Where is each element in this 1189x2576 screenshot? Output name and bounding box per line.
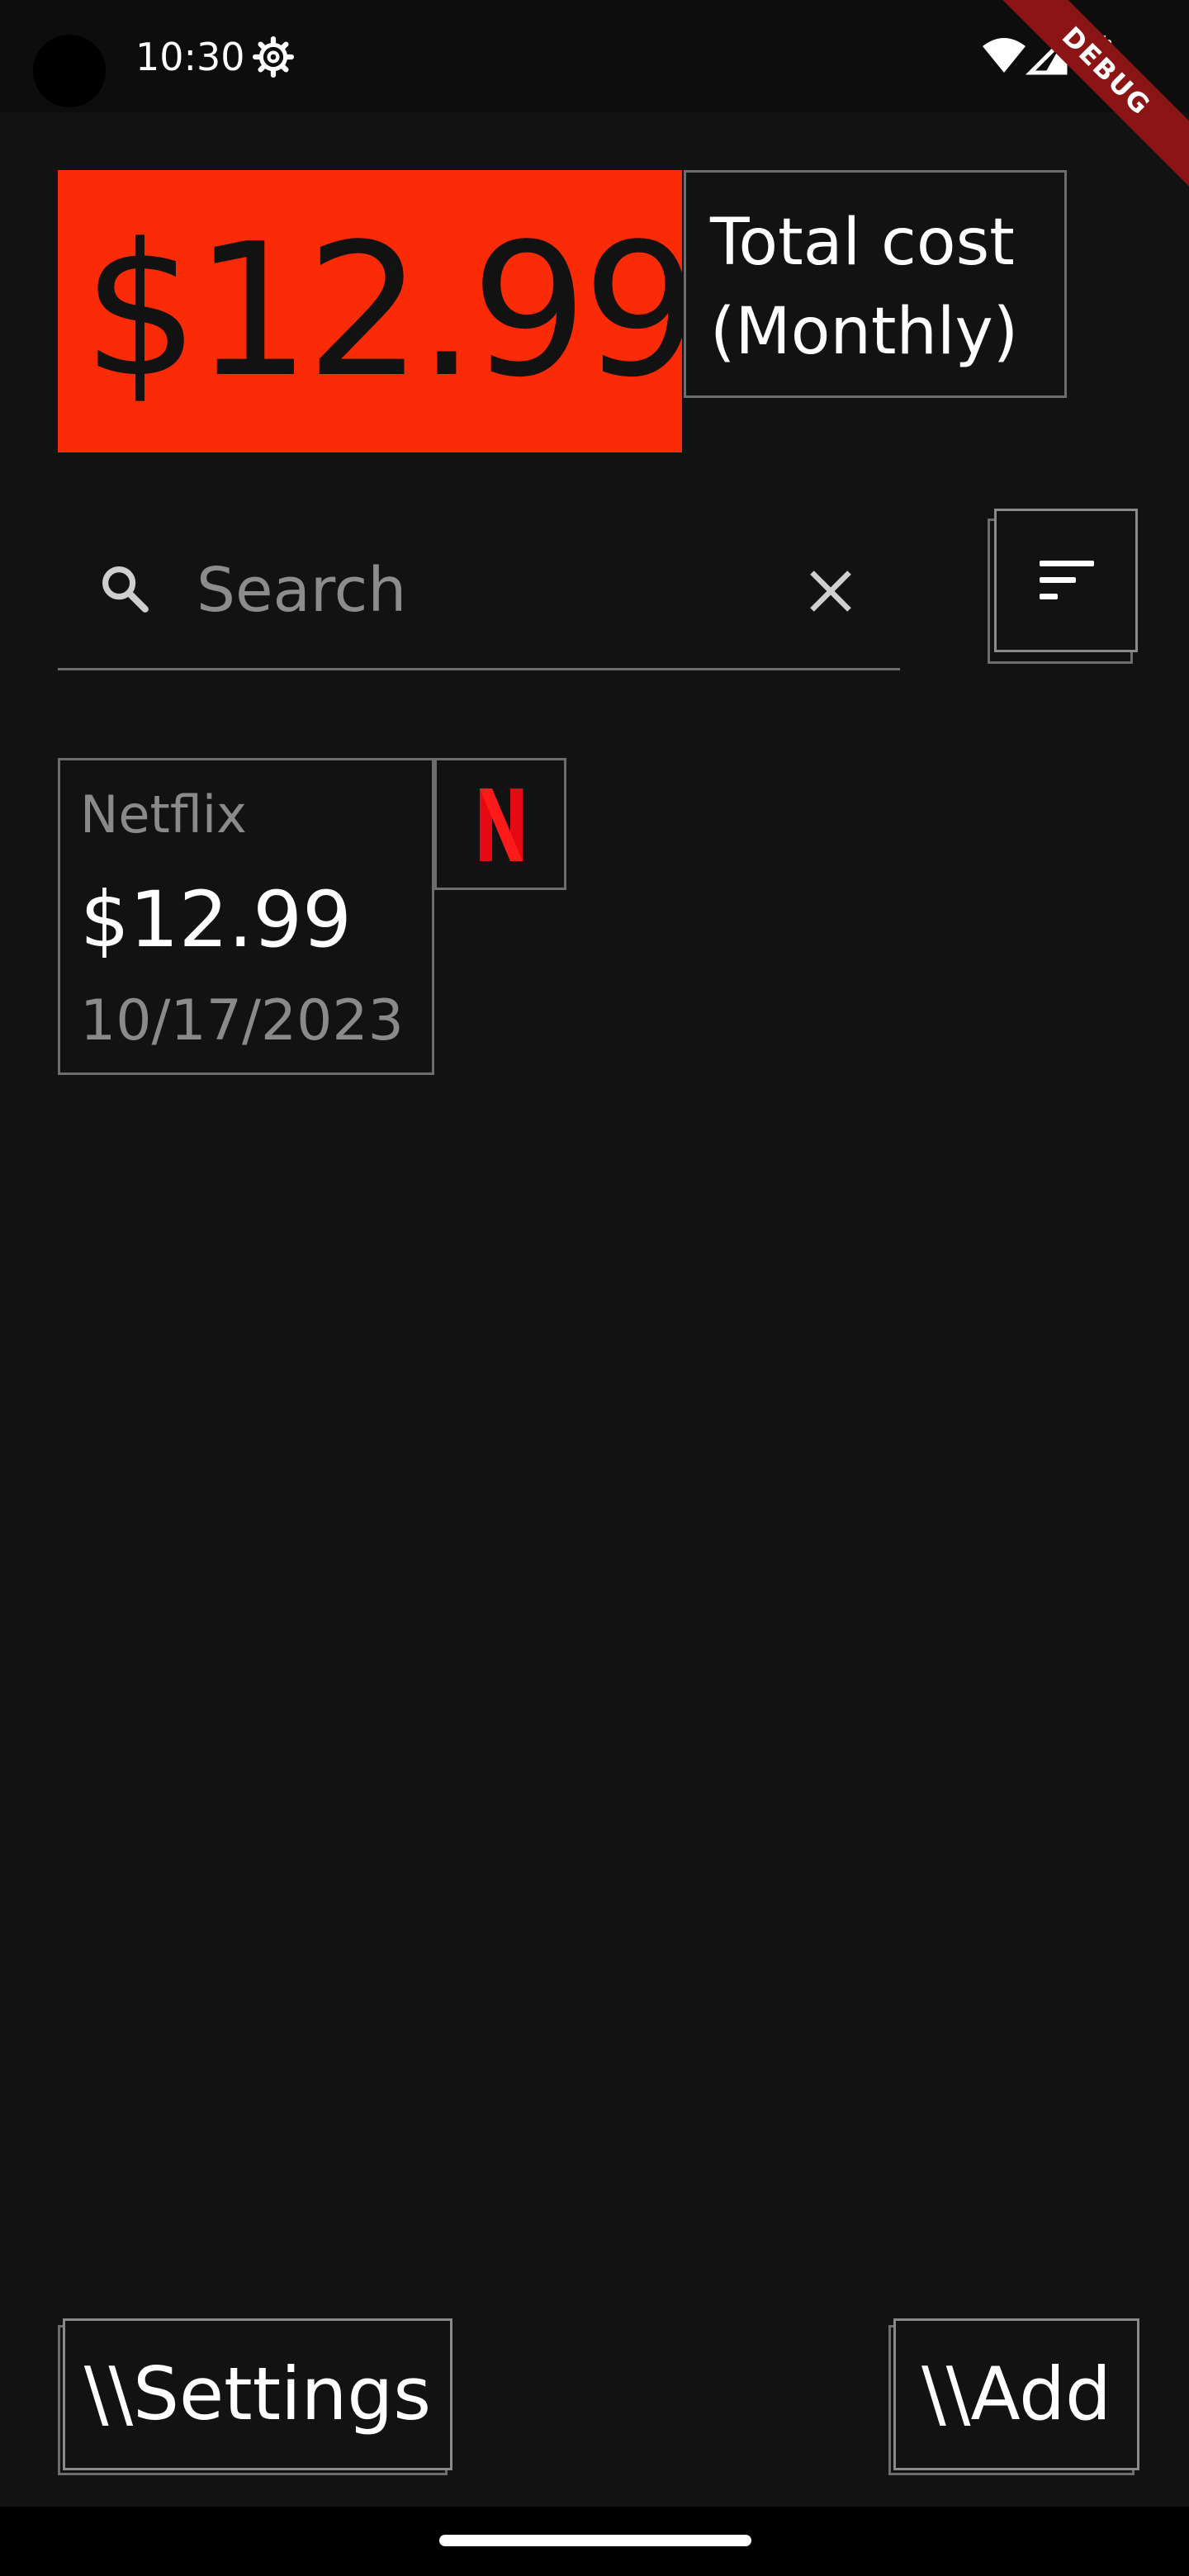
status-time: 10:30 [135,35,245,79]
total-cost-label: Total cost (Monthly) [710,206,1019,369]
sort-button[interactable] [994,509,1138,652]
subscription-card[interactable]: Netflix $12.99 10/17/2023 [58,758,434,1075]
settings-button[interactable]: \\Settings [63,2318,452,2470]
search-input[interactable] [197,545,775,636]
settings-gear-icon [253,36,294,78]
add-button[interactable]: \\Add [893,2318,1139,2470]
netflix-n-icon [480,788,523,861]
subscription-date: 10/17/2023 [80,988,404,1054]
subscription-price: $12.99 [80,875,352,965]
sort-icon [1040,561,1094,599]
search-icon [102,566,149,613]
total-cost-amount: $12.99 [83,205,699,418]
subscription-name: Netflix [80,784,247,845]
subscription-logo [434,758,566,890]
clear-search-icon[interactable] [806,566,855,616]
home-gesture-handle[interactable] [439,2535,751,2546]
camera-cutout [33,35,106,107]
wifi-icon [983,38,1026,73]
